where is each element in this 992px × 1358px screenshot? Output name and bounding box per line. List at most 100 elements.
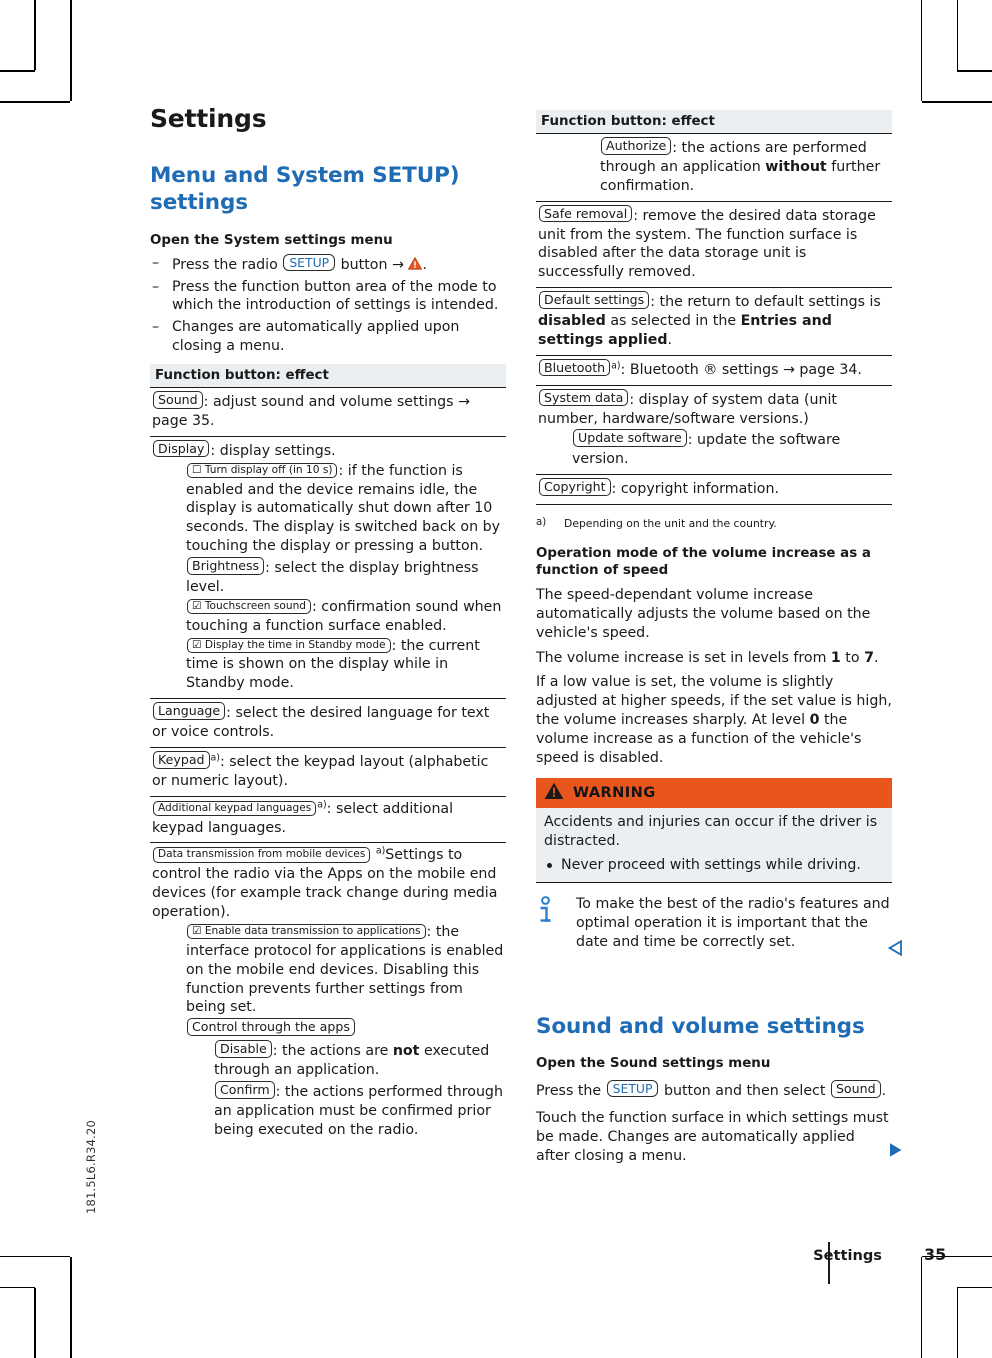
table-row: Data transmission from mobile devices a)… [152,845,504,1138]
table-row: Additional keypad languages a): select ad… [150,797,506,844]
table-header: Function button: effect [150,364,506,389]
function-key-control-through-apps[interactable]: Control through the apps [187,1018,355,1036]
sub-sub-entry: Confirm: the actions performed through a… [214,1080,503,1138]
sub-entry: ☑ Display the time in Standby mode: the … [186,637,480,692]
emphasis: without [765,158,827,175]
function-key-sound[interactable]: Sound [153,391,203,409]
function-key-data-transmission-mobile-devices[interactable]: Data transmission from mobile devices [153,847,371,863]
function-button-table-right: Function button: effect Authorize: the a… [536,110,892,505]
table-row: Keypad a): select the keypad layout (alph… [150,748,506,797]
table-row: Sound: adjust sound and volume settings … [150,388,506,437]
function-key-authorize[interactable]: Authorize [601,137,672,155]
function-key-touchscreen-sound[interactable]: ☑ Touchscreen sound [187,598,312,614]
setup-key[interactable]: SETUP [606,1080,659,1098]
function-key-update-software[interactable]: Update software [573,429,687,447]
table-row: Copyright: copyright information. [536,475,892,505]
table-row: Safe removal: remove the desired data st… [536,202,892,289]
footnote-ref: a) [210,752,220,764]
note-text: To make the best of the radio's features… [576,896,890,951]
function-key-turn-display-off[interactable]: ☐ Turn display off (in 10 s) [187,462,338,478]
table-row: Language: select the desired language fo… [150,699,506,748]
nav-next-button[interactable] [888,1142,903,1162]
function-key-disable[interactable]: Disable [215,1040,272,1058]
warning-triangle-icon [544,782,564,804]
crop-mark [0,1286,35,1288]
warning-header: WARNING [536,777,892,808]
section-heading-menu-system-setup: Menu and System SETUP) settings [150,163,460,215]
function-key-bluetooth[interactable]: Bluetooth [539,358,611,377]
subheading-speed-volume: Operation mode of the volume increase as… [536,546,871,579]
setup-key[interactable]: SETUP [283,253,336,272]
emphasis: not [392,1043,420,1060]
subheading-open-sound-settings-menu: Open the Sound settings menu [536,1055,771,1071]
sound-paragraph-1: Press the SETUP button and then select S… [536,1080,887,1100]
table-header: Function button: effect [536,110,892,134]
note-box: To make the best of the radio's features… [536,895,892,952]
crop-mark [957,1286,992,1288]
warning-bullet: Never proceed with settings while drivin… [544,856,884,875]
sub-entry: Brightness: select the display brightnes… [186,557,479,595]
function-key-keypad[interactable]: Keypad [153,750,210,769]
sub-entry: Update software: update the software ver… [572,429,841,468]
crop-mark [920,1257,922,1358]
emphasis: 0 [809,712,820,729]
crop-mark [70,0,72,101]
crop-mark [922,101,992,103]
right-column: Function button: effect Authorize: the a… [536,104,892,1172]
function-button-table-left: Function button: effect Sound: adjust so… [150,364,506,1142]
step-item: Press the function button area of the mo… [150,278,506,316]
warning-body: Accidents and injuries can occur if the … [536,807,892,884]
function-key-brightness[interactable]: Brightness [187,557,265,575]
crop-mark [70,1257,72,1358]
crop-mark [956,0,958,70]
crop-mark [920,0,922,101]
table-row: Bluetooth a): Bluetooth ® settings → page… [536,356,892,386]
open-menu-steps: Press the radio SETUP button → . Press t… [150,253,506,356]
emphasis: disabled [538,313,606,329]
emphasis: 1 [830,649,841,666]
function-key-additional-keypad-languages[interactable]: Additional keypad languages [153,800,317,816]
left-column: Settings Menu and System SETUP) settings… [150,104,506,1154]
emphasis: 7 [864,649,874,666]
page-title: Settings [150,104,267,133]
sub-entry: ☑ Enable data transmission to applicatio… [186,923,504,1016]
table-row: System data: display of system data (uni… [536,386,892,476]
warning-text: Accidents and injuries can occur if the … [544,813,878,849]
warning-label: WARNING [573,784,656,802]
function-key-sound[interactable]: Sound [830,1080,881,1098]
warning-box: WARNING Accidents and injuries can occur… [536,777,892,884]
sub-entry: ☑ Touchscreen sound: confirmation sound … [186,598,502,634]
sub-entry: Control through the apps [152,1018,504,1039]
table-row: Display: display settings. ☐ Turn displa… [150,437,506,700]
crop-mark [956,1288,958,1358]
function-key-display[interactable]: Display [153,439,210,458]
info-icon [536,896,562,932]
function-key-default-settings[interactable]: Default settings [539,291,650,309]
triangle-right-solid-icon [890,1143,902,1157]
triangle-left-outline-icon [887,939,902,957]
function-key-system-data[interactable]: System data [539,388,629,407]
nav-prev-button[interactable] [887,939,903,960]
document-code: 181.5L6.R34.20 [84,1120,98,1215]
footnote-mark: a) [536,517,547,528]
manual-page: 181.5L6.R34.20 Settings Menu and System … [0,0,992,1358]
function-key-copyright[interactable]: Copyright [539,478,611,496]
sound-paragraph-2: Touch the function surface in which sett… [536,1109,889,1164]
function-key-enable-data-transmission[interactable]: ☑ Enable data transmission to applicatio… [187,923,426,940]
speed-paragraph-3: If a low value is set, the volume is sli… [536,674,892,766]
crop-mark [34,0,36,70]
footer-section-label: Settings [813,1247,882,1264]
footer-page-number: 35 [924,1245,947,1264]
section-heading-sound-volume: Sound and volume settings [536,1014,865,1039]
function-key-confirm[interactable]: Confirm [215,1080,275,1099]
crop-mark [957,70,992,72]
footnote-text: Depending on the unit and the country. [564,517,777,530]
footnote-ref: a) [611,360,621,372]
function-key-safe-removal[interactable]: Safe removal [539,204,633,223]
crop-mark [34,1288,36,1358]
table-row: Authorize: the actions are performed thr… [536,134,892,202]
speed-paragraph-2: The volume increase is set in levels fro… [536,649,879,666]
function-key-display-time-standby[interactable]: ☑ Display the time in Standby mode [187,637,391,653]
function-key-language[interactable]: Language [153,702,226,720]
page-footer: Settings 35 [0,1245,992,1264]
